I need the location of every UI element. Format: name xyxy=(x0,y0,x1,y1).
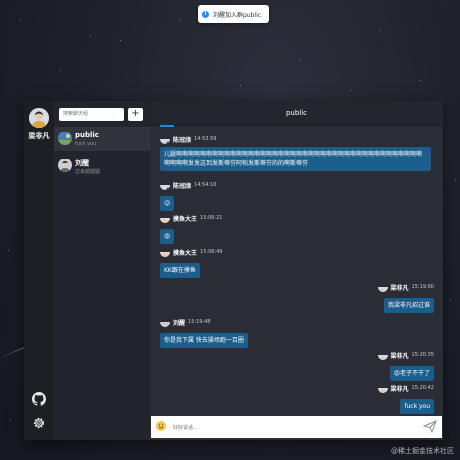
sender-avatar xyxy=(160,134,170,144)
message-bubble: fuck you xyxy=(400,399,434,414)
search-input[interactable] xyxy=(59,108,124,121)
sender-avatar xyxy=(377,383,388,393)
message: 摸鱼大王 15:06:49 KK跟在摸鱼 xyxy=(160,247,222,278)
message: 摸鱼大王 15:06:21 😡 xyxy=(160,213,222,244)
sender-name: 刘醒 xyxy=(173,319,186,327)
group-avatar xyxy=(58,131,72,145)
sender-avatar xyxy=(160,180,170,190)
add-group-button[interactable]: + xyxy=(128,108,143,121)
sender-name: 陈冠颀 xyxy=(173,182,192,190)
message-bubble: 😉 xyxy=(160,196,175,211)
message-input[interactable] xyxy=(171,421,395,435)
message-time: 14:54:10 xyxy=(194,182,217,188)
sender-avatar xyxy=(160,247,170,257)
github-icon[interactable] xyxy=(32,392,46,406)
current-user-avatar[interactable] xyxy=(29,108,49,128)
message-time: 15:06:21 xyxy=(200,215,223,221)
message-time: 15:19:00 xyxy=(411,284,434,290)
message-time: 15:19:48 xyxy=(188,319,211,325)
conversation-name: public xyxy=(75,131,99,139)
message-time: 15:20:35 xyxy=(411,352,434,358)
message-bubble: 😡 xyxy=(160,229,175,244)
sender-name: 摸鱼大王 xyxy=(173,215,198,223)
current-user-name: 梁非凡 xyxy=(28,132,50,140)
message-bubble: 儿腿啊啊啊啊啊啊啊啊啊啊啊啊啊啊啊啊啊啊啊啊啊啊啊啊啊啊啊啊啊啊啊啊啊啊啊啊啊啊… xyxy=(160,147,431,171)
sender-avatar xyxy=(377,350,388,360)
message: 陈冠颀 14:54:10 😉 xyxy=(160,180,216,211)
sender-name: 梁非凡 xyxy=(390,352,409,360)
user-avatar xyxy=(58,158,72,172)
message-time: 14:53:59 xyxy=(194,136,217,142)
message-bubble: 😡老子不干了 xyxy=(389,366,434,381)
info-icon: i xyxy=(202,10,209,18)
conversation-preview: 过来腿腿腿 xyxy=(75,169,101,175)
conversation-item-liuxing[interactable]: 刘醒 过来腿腿腿 xyxy=(54,154,150,178)
sender-name: 梁非凡 xyxy=(390,284,409,292)
message-bubble: KK跟在摸鱼 xyxy=(160,263,200,278)
conversation-item-public[interactable]: public fuck you xyxy=(54,127,150,151)
message: 陈冠颀 14:53:59 儿腿啊啊啊啊啊啊啊啊啊啊啊啊啊啊啊啊啊啊啊啊啊啊啊啊啊… xyxy=(160,134,435,171)
send-icon[interactable] xyxy=(423,420,437,433)
sender-avatar xyxy=(377,282,388,292)
sender-name: 摸鱼大王 xyxy=(173,249,198,257)
emoji-icon[interactable] xyxy=(156,421,166,431)
watermark: @稀土掘金技术社区 xyxy=(391,447,454,455)
message: 刘醒 15:19:48 你是我下属 快去操场跑一百圈 xyxy=(160,317,248,348)
message-time: 15:06:49 xyxy=(200,249,223,255)
message: 梁非凡 15:20:35 😡老子不干了 xyxy=(377,350,434,381)
message-time: 15:20:42 xyxy=(411,385,434,391)
sender-name: 陈冠颀 xyxy=(173,136,192,144)
nav-rail: 梁非凡 xyxy=(24,101,54,440)
message: 梁非凡 15:20:42 fuck you xyxy=(377,383,434,414)
sender-name: 梁非凡 xyxy=(390,385,409,393)
chat-pane: public 陈冠颀 14:53:59 儿腿啊啊啊啊啊啊啊啊啊啊啊啊啊啊啊啊啊啊… xyxy=(150,101,443,440)
sender-avatar xyxy=(160,317,170,327)
sender-avatar xyxy=(160,213,170,223)
chat-title: public xyxy=(150,101,443,126)
message-list[interactable]: 陈冠颀 14:53:59 儿腿啊啊啊啊啊啊啊啊啊啊啊啊啊啊啊啊啊啊啊啊啊啊啊啊啊… xyxy=(150,127,443,415)
message: 梁非凡 15:19:00 我梁非凡招过谁 xyxy=(377,282,434,313)
conversation-list: + public fuck you 刘醒 xyxy=(54,101,150,440)
message-bubble: 我梁非凡招过谁 xyxy=(383,298,434,313)
conversation-preview: fuck you xyxy=(75,141,97,147)
toast-text: 刘醒加入群public xyxy=(213,11,262,19)
chat-app-window: 梁非凡 + public fuck you xyxy=(24,101,443,440)
notification-toast: i 刘醒加入群public xyxy=(198,5,269,23)
message-input-bar xyxy=(151,416,442,438)
message-bubble: 你是我下属 快去操场跑一百圈 xyxy=(160,333,248,348)
conversation-name: 刘醒 xyxy=(75,159,89,167)
settings-gear-icon[interactable] xyxy=(32,416,46,430)
